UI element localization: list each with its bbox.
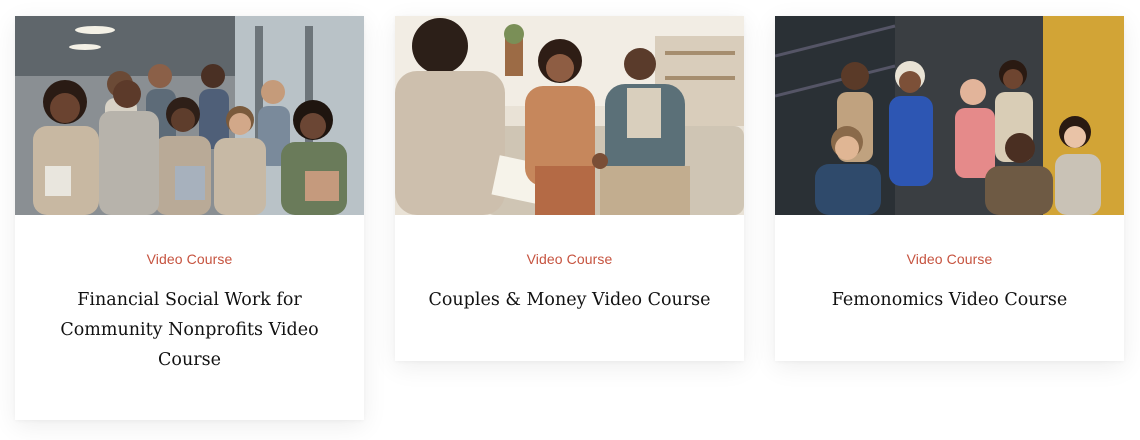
course-title[interactable]: Couples & Money Video Course [420,285,720,315]
course-card-couples-money[interactable]: Video Course Couples & Money Video Cours… [395,16,744,361]
course-category: Video Course [146,251,233,267]
course-thumbnail-diverse-group[interactable] [775,16,1124,215]
course-title[interactable]: Financial Social Work for Community Nonp… [40,285,340,375]
office-team-image [15,16,364,215]
course-category: Video Course [906,251,993,267]
course-thumbnail-couples-counseling[interactable] [395,16,744,215]
diverse-group-image [775,16,1124,215]
course-card-femonomics[interactable]: Video Course Femonomics Video Course [775,16,1124,361]
course-grid: Video Course Financial Social Work for C… [0,0,1140,440]
course-thumbnail-office-team[interactable] [15,16,364,215]
couples-counseling-image [395,16,744,215]
course-title[interactable]: Femonomics Video Course [800,285,1100,315]
course-category: Video Course [526,251,613,267]
course-card-financial-social-work[interactable]: Video Course Financial Social Work for C… [15,16,364,420]
